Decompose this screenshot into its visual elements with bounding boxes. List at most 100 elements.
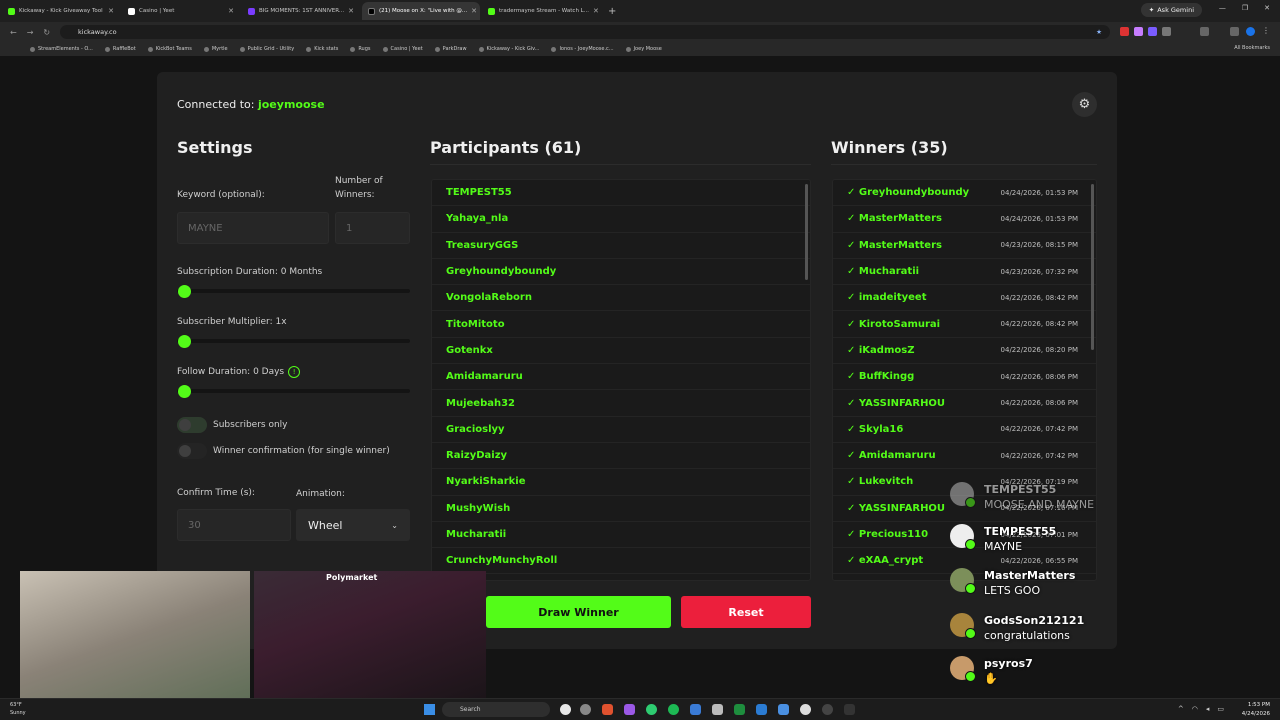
app-icon[interactable] [690, 704, 701, 715]
extension-icon[interactable] [1120, 27, 1129, 36]
app-icon[interactable] [800, 704, 811, 715]
browser-tab[interactable]: Casino | Yeet ✕ [122, 2, 240, 20]
bookmark-item[interactable]: RaffleBot [104, 46, 136, 52]
windows-taskbar: 63°F Sunny Search ^ ◠ ◂ ▭ 1:53 PM 4/24/202… [0, 698, 1280, 720]
winners-scrollbar[interactable] [1091, 184, 1094, 350]
participants-list[interactable]: TEMPEST55 Yahaya_nla TreasuryGGS Greyhou… [431, 179, 811, 581]
speaker-icon[interactable]: ◂ [1206, 705, 1210, 713]
reload-icon[interactable]: ↻ [43, 28, 50, 37]
chevron-up-icon[interactable]: ^ [1178, 705, 1184, 713]
close-tab-icon[interactable]: ✕ [108, 7, 114, 15]
battery-icon[interactable]: ▭ [1217, 705, 1224, 713]
close-tab-icon[interactable]: ✕ [348, 7, 354, 15]
app-icon[interactable] [712, 704, 723, 715]
draw-winner-button[interactable]: Draw Winner [486, 596, 671, 628]
participants-title: Participants (61) [430, 138, 582, 157]
winners-list[interactable]: ✓ Greyhoundyboundy 04/24/2026, 01:53 PM ✓… [832, 179, 1097, 581]
bookmark-item[interactable]: Joey Moose [625, 46, 662, 52]
forward-icon[interactable]: → [27, 28, 34, 37]
sidebar-icon[interactable] [1200, 27, 1209, 36]
subscription-duration-handle[interactable] [178, 285, 191, 298]
bookmark-icon [30, 46, 35, 52]
participant-row: NyarkiSharkie [432, 469, 810, 496]
divider [831, 164, 1097, 165]
bookmark-item[interactable]: Kick stats [306, 46, 338, 52]
menu-kebab-icon[interactable]: ⋮ [1262, 26, 1271, 35]
participants-scrollbar[interactable] [805, 184, 808, 280]
extension-icon[interactable] [1148, 27, 1157, 36]
new-tab-icon[interactable]: + [608, 6, 616, 17]
app-icon[interactable] [580, 704, 591, 715]
excel-icon[interactable] [734, 704, 745, 715]
confirm-time-input[interactable]: 30 [177, 509, 291, 541]
taskbar-clock[interactable]: 1:53 PM 4/24/2026 [1242, 701, 1270, 719]
profile-avatar-icon[interactable] [1246, 27, 1255, 36]
kick-favicon-icon [488, 7, 495, 15]
follow-duration-handle[interactable] [178, 385, 191, 398]
settings-gear-button[interactable]: ⚙ [1072, 92, 1097, 117]
animation-select[interactable]: Wheel ⌄ [296, 509, 410, 541]
bookmark-item[interactable]: Public Grid - Utility [239, 46, 294, 52]
bookmark-item[interactable]: Myrtle [203, 46, 228, 52]
close-window-icon[interactable]: ✕ [1264, 4, 1270, 12]
close-tab-icon[interactable]: ✕ [228, 7, 234, 15]
windows-start-icon[interactable] [424, 704, 435, 715]
minimize-icon[interactable]: — [1219, 4, 1226, 12]
app-icon[interactable] [756, 704, 767, 715]
app-icon[interactable] [822, 704, 833, 715]
app-icon[interactable] [778, 704, 789, 715]
bookmark-item[interactable]: StreamElements - O... [30, 46, 93, 52]
info-icon[interactable]: ! [288, 366, 301, 378]
bookmark-item[interactable]: Ionos - JoeyMoose.c... [551, 46, 614, 52]
browser-tab[interactable]: tradermayne Stream - Watch L... ✕ [482, 2, 600, 20]
bookmark-item[interactable]: Rugs [350, 46, 371, 52]
winner-row: ✓ MasterMatters 04/24/2026, 01:53 PM [833, 206, 1096, 233]
winners-count-label-line2: Winners: [335, 190, 375, 200]
downloads-icon[interactable] [1230, 27, 1239, 36]
wifi-icon[interactable]: ◠ [1192, 705, 1198, 713]
browser-tab-bar: Kickaway - Kick Giveaway Tool ✕ Casino | … [0, 0, 1280, 22]
browser-tab[interactable]: Kickaway - Kick Giveaway Tool ✕ [2, 2, 120, 20]
browser-tab-active[interactable]: (21) Moose on X: "Live with @... ✕ [362, 2, 480, 20]
close-tab-icon[interactable]: ✕ [593, 7, 599, 15]
bookmark-star-icon[interactable]: ★ [1096, 28, 1102, 36]
keyword-input[interactable]: MAYNE [177, 212, 329, 244]
extension-icon[interactable] [1134, 27, 1143, 36]
giveaway-panel: Connected to: joeymoose ⚙ Settings Keywo… [157, 72, 1117, 649]
whatsapp-icon[interactable] [646, 704, 657, 715]
all-bookmarks-button[interactable]: All Bookmarks [1234, 45, 1270, 51]
subscription-duration-slider[interactable] [177, 289, 410, 293]
taskbar-search-input[interactable]: Search [442, 702, 550, 717]
winner-row: ✓ MasterMatters 04/23/2026, 08:15 PM [833, 233, 1096, 259]
check-icon: ✓ [847, 529, 856, 540]
reset-button[interactable]: Reset [681, 596, 811, 628]
subscriber-multiplier-slider[interactable] [177, 339, 410, 343]
chrome-icon[interactable] [560, 704, 571, 715]
browser-tab[interactable]: BIG MOMENTS: 1ST ANNIVER... ✕ [242, 2, 360, 20]
check-icon: ✓ [847, 318, 856, 330]
follow-duration-slider[interactable] [177, 389, 410, 393]
app-icon[interactable] [602, 704, 613, 715]
winner-confirmation-toggle[interactable] [177, 443, 207, 459]
subscribers-only-toggle[interactable] [177, 417, 207, 433]
back-icon[interactable]: ← [10, 28, 17, 37]
maximize-icon[interactable]: ❐ [1242, 4, 1248, 12]
participant-row: RaizyDaizy [432, 443, 810, 470]
winners-count-input[interactable]: 1 [335, 212, 410, 244]
ask-gemini-button[interactable]: ✦ Ask Gemini [1140, 3, 1202, 17]
toggle-knob [179, 419, 191, 431]
bookmark-icon [104, 46, 110, 52]
bookmark-item[interactable]: Casino | Yeet [382, 46, 423, 52]
spotify-icon[interactable] [668, 704, 679, 715]
bookmark-item[interactable]: Kickaway - Kick Giv... [478, 46, 539, 52]
participant-row: Gotenkx [432, 338, 810, 365]
app-icon[interactable] [624, 704, 635, 715]
subscriber-multiplier-handle[interactable] [178, 335, 191, 348]
bookmark-item[interactable]: KickBot Teams [147, 46, 192, 52]
close-tab-icon[interactable]: ✕ [471, 7, 477, 15]
weather-widget[interactable]: 63°F Sunny [10, 701, 26, 717]
bookmark-item[interactable]: ParkDraw [434, 46, 467, 52]
terminal-icon[interactable] [844, 704, 855, 715]
extension-icon[interactable] [1162, 27, 1171, 36]
url-input[interactable]: kickaway.co ★ [60, 25, 1110, 39]
